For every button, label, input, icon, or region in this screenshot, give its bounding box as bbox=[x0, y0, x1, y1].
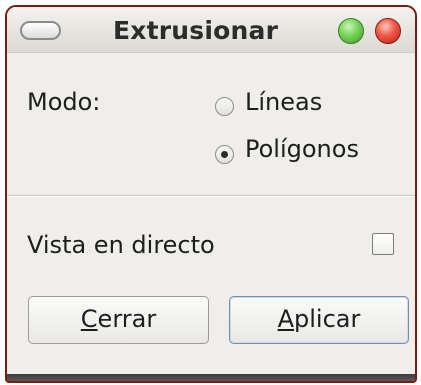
maximize-button-icon[interactable] bbox=[338, 18, 364, 44]
radio-poligonos-label[interactable]: Polígonos bbox=[245, 135, 359, 163]
window-title: Extrusionar bbox=[113, 16, 279, 45]
live-view-label[interactable]: Vista en directo bbox=[27, 231, 215, 259]
separator bbox=[7, 195, 415, 197]
close-button-label: errar bbox=[97, 305, 157, 333]
apply-button[interactable]: Aplicar bbox=[229, 296, 409, 344]
radio-lineas-label[interactable]: Líneas bbox=[245, 88, 322, 116]
apply-button-mnemonic: A bbox=[277, 305, 295, 333]
window-bottom-edge bbox=[7, 374, 415, 381]
close-button[interactable]: Cerrar bbox=[28, 296, 209, 344]
mode-label: Modo: bbox=[27, 88, 101, 116]
radio-lineas[interactable] bbox=[215, 97, 234, 116]
radio-poligonos[interactable] bbox=[215, 145, 234, 164]
live-view-checkbox[interactable] bbox=[372, 233, 394, 255]
title-bar[interactable]: Extrusionar bbox=[7, 7, 415, 53]
apply-button-label: plicar bbox=[294, 305, 361, 333]
extrude-dialog-window: Extrusionar Modo: Líneas Polígonos Vista… bbox=[5, 5, 417, 383]
close-window-button-icon[interactable] bbox=[375, 18, 401, 44]
close-button-mnemonic: C bbox=[80, 305, 98, 333]
window-menu-icon[interactable] bbox=[20, 21, 61, 40]
